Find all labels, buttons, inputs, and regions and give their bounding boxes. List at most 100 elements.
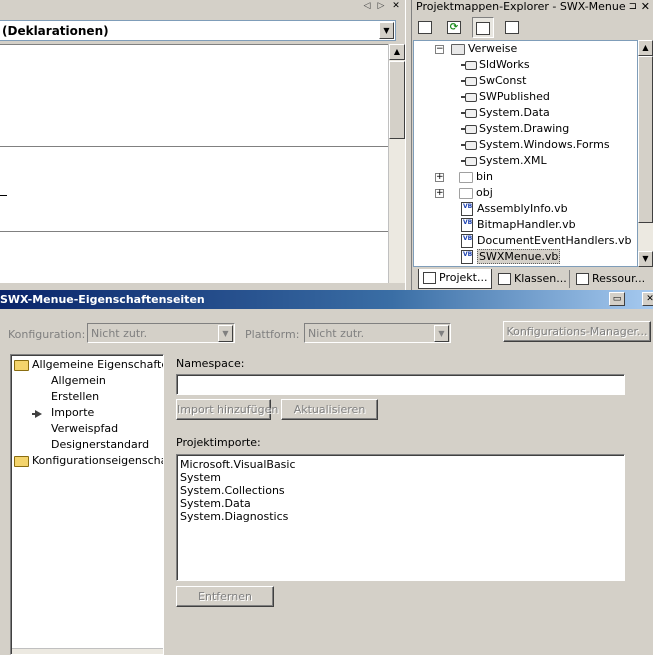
tree-node-ref[interactable]: System.Drawing bbox=[461, 121, 569, 137]
chevron-down-icon[interactable]: ▼ bbox=[218, 325, 233, 342]
tree-node-file[interactable]: VB DocumentEventHandlers.vb bbox=[461, 233, 632, 249]
expand-icon[interactable]: + bbox=[435, 173, 444, 182]
scrollbar-thumb[interactable] bbox=[638, 56, 653, 223]
configuration-select[interactable]: Nicht zutr. ▼ bbox=[87, 323, 235, 343]
nav-item-build[interactable]: Erstellen bbox=[51, 389, 99, 405]
chevron-down-icon[interactable]: ▼ bbox=[434, 325, 449, 342]
platform-label: Plattform: bbox=[245, 328, 300, 341]
pane-splitter[interactable] bbox=[405, 0, 412, 290]
update-button[interactable]: Aktualisieren bbox=[281, 399, 378, 420]
vb-file-icon: VB bbox=[461, 218, 473, 232]
tree-node-label: BitmapHandler.vb bbox=[477, 218, 576, 231]
nav-item-designer-defaults[interactable]: Designerstandard bbox=[51, 437, 149, 453]
list-item[interactable]: System.Data bbox=[180, 497, 624, 510]
code-vertical-scrollbar[interactable]: ▲ bbox=[388, 44, 405, 283]
tree-node-label: System.Data bbox=[479, 106, 550, 119]
tab-scroll-left-icon[interactable]: ◁ bbox=[361, 1, 373, 11]
tree-node-label: SldWorks bbox=[479, 58, 530, 71]
tree-node-file-selected[interactable]: VB SWXMenue.vb bbox=[461, 249, 561, 265]
tree-node-label: System.Windows.Forms bbox=[479, 138, 610, 151]
tree-node-file[interactable]: VB BitmapHandler.vb bbox=[461, 217, 576, 233]
code-text-area[interactable] bbox=[0, 44, 388, 283]
folder-icon bbox=[459, 187, 473, 199]
tree-node-ref[interactable]: SwConst bbox=[461, 73, 526, 89]
project-imports-list[interactable]: Microsoft.VisualBasic System System.Coll… bbox=[176, 454, 625, 581]
platform-select[interactable]: Nicht zutr. ▼ bbox=[304, 323, 451, 343]
tree-node-label: SWXMenue.vb bbox=[477, 249, 561, 264]
property-pages-nav-tree[interactable]: Allgemeine Eigenschaften Allgemein Erste… bbox=[10, 354, 164, 655]
reference-icon bbox=[461, 108, 477, 118]
solution-tree[interactable]: − Verweise SldWorks SwConst SWPublished … bbox=[413, 40, 638, 267]
tree-node-folder-bin[interactable]: + bin bbox=[435, 169, 493, 185]
editor-tab-bar: ◁ ▷ ✕ bbox=[0, 0, 406, 15]
tree-node-ref[interactable]: System.Data bbox=[461, 105, 550, 121]
chevron-down-icon[interactable]: ▼ bbox=[379, 22, 394, 39]
tree-node-label: SWPublished bbox=[479, 90, 550, 103]
tab-resources[interactable]: Ressour... bbox=[572, 270, 653, 288]
tree-node-ref[interactable]: SWPublished bbox=[461, 89, 550, 105]
add-import-button[interactable]: Import hinzufügen bbox=[176, 399, 278, 420]
tree-node-ref[interactable]: System.XML bbox=[461, 153, 547, 169]
tab-classes[interactable]: Klassen... bbox=[494, 270, 570, 288]
tree-node-ref[interactable]: System.Windows.Forms bbox=[461, 137, 610, 153]
reference-icon bbox=[461, 76, 477, 86]
collapse-icon[interactable]: − bbox=[435, 45, 444, 54]
close-icon[interactable]: ✕ bbox=[641, 0, 650, 13]
nav-item-general[interactable]: Allgemein bbox=[51, 373, 106, 389]
list-item[interactable]: Microsoft.VisualBasic bbox=[180, 458, 624, 471]
tab-scroll-right-icon[interactable]: ▷ bbox=[375, 1, 387, 11]
code-divider bbox=[0, 231, 388, 232]
class-view-icon bbox=[498, 273, 511, 285]
nav-label: Verweispfad bbox=[51, 422, 119, 435]
list-item[interactable]: System bbox=[180, 471, 624, 484]
dialog-title: SWX-Menue-Eigenschaftenseiten bbox=[0, 293, 205, 306]
scroll-up-icon[interactable]: ▲ bbox=[638, 40, 653, 56]
tree-node-ref[interactable]: SldWorks bbox=[461, 57, 530, 73]
expand-icon[interactable]: + bbox=[435, 189, 444, 198]
restore-icon[interactable]: ▭ bbox=[609, 292, 625, 306]
nav-label: Erstellen bbox=[51, 390, 100, 403]
tab-project[interactable]: Projekt... bbox=[418, 269, 492, 289]
tool-window-tabs: Projekt... Klassen... Ressour... bbox=[414, 269, 653, 289]
nav-configuration-properties[interactable]: Konfigurationseigenschaften bbox=[14, 453, 163, 469]
dialog-close-icon[interactable]: ✕ bbox=[642, 292, 653, 306]
nav-common-properties[interactable]: Allgemeine Eigenschaften bbox=[14, 357, 164, 373]
tree-node-label: AssemblyInfo.vb bbox=[477, 202, 568, 215]
scroll-up-icon[interactable]: ▲ bbox=[389, 44, 405, 60]
namespace-label: Namespace: bbox=[176, 357, 245, 370]
dialog-title-bar: SWX-Menue-Eigenschaftenseiten ▭ ✕ bbox=[0, 290, 653, 309]
code-caret-mark bbox=[0, 195, 7, 196]
tree-vertical-scrollbar[interactable]: ▲ ▼ bbox=[638, 40, 653, 267]
declarations-combo[interactable]: (Deklarationen) ▼ bbox=[0, 20, 396, 41]
tree-node-file[interactable]: VB AssemblyInfo.vb bbox=[461, 201, 568, 217]
configuration-manager-button[interactable]: Konfigurations-Manager... bbox=[503, 321, 651, 342]
tree-node-label: Verweise bbox=[468, 42, 518, 55]
scroll-down-icon[interactable]: ▼ bbox=[638, 251, 653, 267]
folder-icon bbox=[14, 455, 29, 467]
tree-node-references[interactable]: − Verweise bbox=[435, 41, 518, 57]
show-all-files-button[interactable] bbox=[472, 17, 494, 38]
view-code-button[interactable] bbox=[501, 17, 523, 38]
nav-label: Allgemeine Eigenschaften bbox=[32, 358, 164, 371]
tab-label: Ressour... bbox=[592, 272, 646, 285]
show-all-files-icon bbox=[476, 22, 490, 35]
reference-icon bbox=[461, 60, 477, 70]
pin-icon[interactable]: ⊐ bbox=[629, 0, 637, 13]
scrollbar-thumb[interactable] bbox=[389, 61, 405, 139]
folder-icon bbox=[459, 171, 473, 183]
tree-node-folder-obj[interactable]: + obj bbox=[435, 185, 493, 201]
remove-button[interactable]: Entfernen bbox=[176, 586, 274, 607]
refresh-button[interactable]: ⟳ bbox=[443, 17, 465, 38]
list-item[interactable]: System.Collections bbox=[180, 484, 624, 497]
nav-item-imports[interactable]: Importe bbox=[11, 405, 161, 421]
reference-icon bbox=[461, 92, 477, 102]
list-item[interactable]: System.Diagnostics bbox=[180, 510, 624, 523]
nav-item-reference-path[interactable]: Verweispfad bbox=[51, 421, 118, 437]
properties-button[interactable] bbox=[414, 17, 436, 38]
nav-horizontal-scrollbar[interactable] bbox=[12, 648, 163, 654]
configuration-label: Konfiguration: bbox=[8, 328, 86, 341]
namespace-input[interactable] bbox=[176, 374, 625, 395]
editor-close-icon[interactable]: ✕ bbox=[390, 1, 402, 11]
code-editor: ◁ ▷ ✕ (Deklarationen) ▼ ▲ bbox=[0, 0, 406, 283]
project-imports-label: Projektimporte: bbox=[176, 436, 261, 449]
